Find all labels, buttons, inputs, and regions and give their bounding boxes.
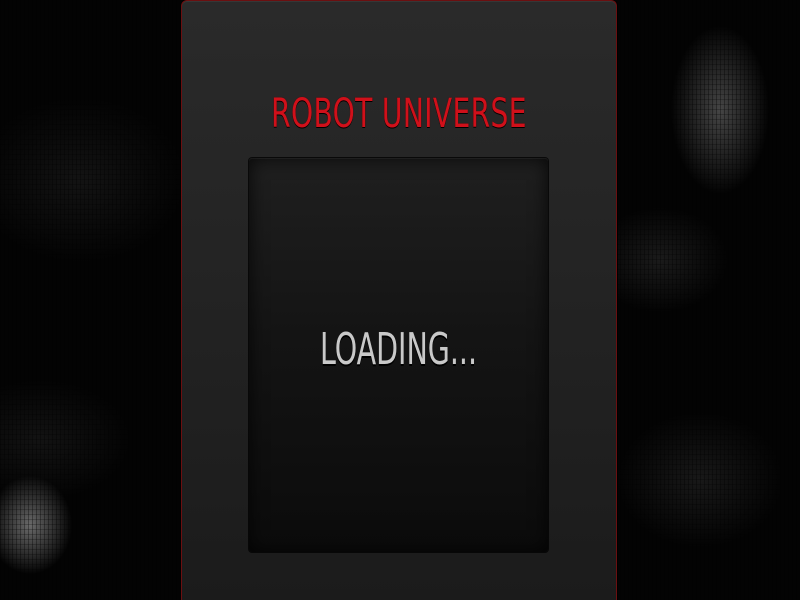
game-screen: LOADING...: [249, 158, 548, 552]
game-title: ROBOT UNIVERSE: [271, 91, 527, 137]
game-panel: ROBOT UNIVERSE LOADING...: [181, 0, 617, 600]
loading-text: LOADING...: [319, 324, 478, 375]
